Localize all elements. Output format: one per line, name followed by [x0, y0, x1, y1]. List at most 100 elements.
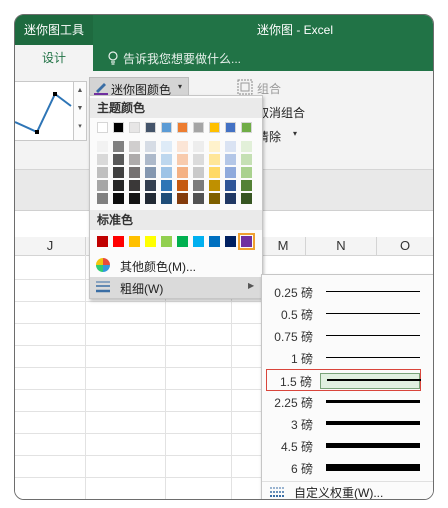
standard-color-swatch[interactable]: [225, 236, 236, 247]
weight-option[interactable]: 1.5 磅: [266, 369, 421, 391]
theme-color-swatch[interactable]: [241, 122, 252, 133]
standard-color-swatch[interactable]: [129, 236, 140, 247]
theme-shade-swatch[interactable]: [161, 167, 172, 178]
theme-shade-swatch[interactable]: [113, 141, 124, 152]
theme-shade-swatch[interactable]: [177, 167, 188, 178]
scroll-up-icon[interactable]: ▲: [74, 82, 86, 100]
theme-color-swatch[interactable]: [177, 122, 188, 133]
group-button[interactable]: 组合: [237, 77, 307, 97]
theme-shade-swatch[interactable]: [129, 141, 140, 152]
weight-option[interactable]: 1 磅: [266, 347, 421, 369]
theme-color-swatch[interactable]: [97, 122, 108, 133]
column-header-j[interactable]: J: [15, 237, 86, 255]
sparkline-style-preview[interactable]: [15, 81, 74, 141]
weight-option-label: 0.5 磅: [280, 308, 313, 322]
theme-color-swatch[interactable]: [113, 122, 124, 133]
theme-color-swatch[interactable]: [161, 122, 172, 133]
theme-shade-swatch[interactable]: [177, 154, 188, 165]
theme-shade-swatch[interactable]: [177, 180, 188, 191]
theme-color-swatch[interactable]: [193, 122, 204, 133]
theme-color-swatch[interactable]: [225, 122, 236, 133]
weight-option[interactable]: 0.75 磅: [266, 325, 421, 347]
theme-shade-swatch[interactable]: [193, 141, 204, 152]
theme-shade-swatch[interactable]: [177, 141, 188, 152]
standard-color-swatch[interactable]: [97, 236, 108, 247]
theme-shade-swatch[interactable]: [97, 180, 108, 191]
theme-shade-swatch[interactable]: [97, 167, 108, 178]
weight-option-label: 1.5 磅: [279, 375, 312, 389]
weight-option[interactable]: 3 磅: [266, 413, 421, 435]
weight-option[interactable]: 2.25 磅: [266, 391, 421, 413]
theme-shade-swatch[interactable]: [209, 154, 220, 165]
pencil-color-icon: [94, 83, 108, 96]
standard-color-swatch[interactable]: [193, 236, 204, 247]
theme-shade-swatch[interactable]: [145, 180, 156, 191]
more-colors-item[interactable]: 其他颜色(M)...: [90, 254, 262, 276]
theme-shade-swatch[interactable]: [241, 193, 252, 204]
style-gallery-scroll[interactable]: ▲ ▼ ▾: [73, 81, 87, 141]
weight-option[interactable]: 0.5 磅: [266, 303, 421, 325]
theme-shade-swatch[interactable]: [129, 180, 140, 191]
weight-menu-item[interactable]: 粗细(W) ▶: [90, 277, 262, 298]
scroll-down-icon[interactable]: ▼: [74, 100, 86, 118]
theme-shade-swatch[interactable]: [193, 154, 204, 165]
theme-shade-swatch[interactable]: [209, 180, 220, 191]
theme-shade-swatch[interactable]: [113, 154, 124, 165]
theme-shade-swatch[interactable]: [193, 167, 204, 178]
theme-shade-swatch[interactable]: [161, 141, 172, 152]
tab-design[interactable]: 设计: [15, 45, 93, 71]
theme-shade-swatch[interactable]: [113, 193, 124, 204]
theme-shade-swatch[interactable]: [241, 154, 252, 165]
theme-shade-swatch[interactable]: [225, 141, 236, 152]
theme-shade-swatch[interactable]: [193, 193, 204, 204]
column-header-n[interactable]: N: [306, 237, 377, 255]
weight-option[interactable]: 0.25 磅: [266, 281, 421, 303]
theme-shade-swatch[interactable]: [161, 154, 172, 165]
theme-shade-swatch[interactable]: [241, 141, 252, 152]
theme-shade-swatch[interactable]: [225, 180, 236, 191]
column-header-o[interactable]: O: [377, 237, 433, 255]
theme-shade-swatch[interactable]: [145, 141, 156, 152]
standard-color-swatch[interactable]: [177, 236, 188, 247]
theme-shade-swatch[interactable]: [241, 180, 252, 191]
theme-shade-swatch[interactable]: [209, 193, 220, 204]
theme-shade-swatch[interactable]: [97, 141, 108, 152]
theme-shade-swatch[interactable]: [177, 193, 188, 204]
theme-shade-swatch[interactable]: [241, 167, 252, 178]
standard-color-swatch[interactable]: [238, 233, 255, 250]
theme-shade-swatch[interactable]: [97, 193, 108, 204]
tell-me-box[interactable]: 告诉我您想要做什么...: [107, 49, 307, 67]
sparkline-preview-icon: [15, 92, 72, 134]
theme-shade-swatch[interactable]: [145, 167, 156, 178]
theme-shade-swatch[interactable]: [129, 154, 140, 165]
theme-shade-swatch[interactable]: [145, 154, 156, 165]
theme-shade-swatch[interactable]: [113, 180, 124, 191]
theme-shade-swatch[interactable]: [209, 167, 220, 178]
theme-color-swatch[interactable]: [129, 122, 140, 133]
column-header-m[interactable]: M: [261, 237, 306, 255]
theme-shade-swatch[interactable]: [225, 154, 236, 165]
standard-color-swatch[interactable]: [209, 236, 220, 247]
theme-shade-swatch[interactable]: [225, 167, 236, 178]
standard-color-swatch[interactable]: [113, 236, 124, 247]
theme-shade-swatch[interactable]: [225, 193, 236, 204]
theme-shade-swatch[interactable]: [161, 193, 172, 204]
theme-color-swatch[interactable]: [209, 122, 220, 133]
theme-shade-swatch[interactable]: [145, 193, 156, 204]
theme-colors-header: 主题颜色: [90, 98, 262, 118]
gallery-more-icon[interactable]: ▾: [74, 118, 86, 136]
theme-shade-swatch[interactable]: [209, 141, 220, 152]
weight-option[interactable]: 6 磅: [266, 457, 421, 479]
theme-shade-swatch[interactable]: [113, 167, 124, 178]
submenu-arrow-icon: ▶: [248, 281, 255, 290]
weight-option[interactable]: 4.5 磅: [266, 435, 421, 457]
theme-color-swatch[interactable]: [145, 122, 156, 133]
standard-color-swatch[interactable]: [145, 236, 156, 247]
theme-shade-swatch[interactable]: [97, 154, 108, 165]
standard-color-swatch[interactable]: [161, 236, 172, 247]
theme-shade-swatch[interactable]: [193, 180, 204, 191]
theme-shade-swatch[interactable]: [161, 180, 172, 191]
theme-shade-swatch[interactable]: [129, 167, 140, 178]
custom-weight-item[interactable]: 自定义权重(W)...: [262, 481, 433, 499]
theme-shade-swatch[interactable]: [129, 193, 140, 204]
